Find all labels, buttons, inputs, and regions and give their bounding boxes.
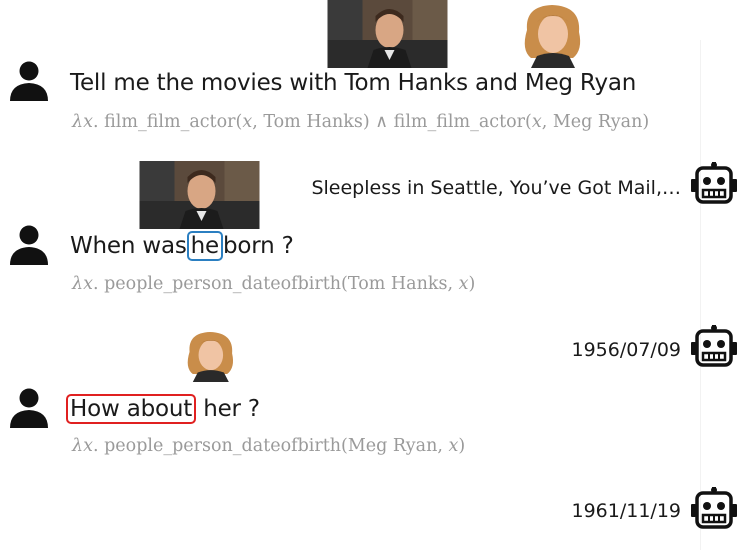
logical-form-3: λx. people_person_dateofbirth(Meg Ryan, … — [72, 436, 466, 456]
bot-answer-1: Sleepless in Seattle, You’ve Got Mail,… — [311, 177, 681, 199]
meg-ryan-photo — [175, 322, 265, 388]
user-question-3: How about her ? — [66, 394, 260, 424]
user-icon — [8, 224, 50, 266]
right-divider — [700, 40, 701, 550]
robot-icon — [690, 325, 738, 369]
bot-answer-2: 1956/07/09 — [571, 339, 681, 361]
bot-answer-3: 1961/11/19 — [571, 500, 681, 522]
user-icon — [8, 60, 50, 102]
user-question-1: Tell me the movies with Tom Hanks and Me… — [70, 70, 637, 96]
tom-hanks-photo — [327, 0, 448, 68]
user-icon — [8, 387, 50, 429]
logical-form-1: λx. film_film_actor(x, Tom Hanks) ∧ film… — [72, 112, 650, 132]
logical-form-2: λx. people_person_dateofbirth(Tom Hanks,… — [72, 274, 476, 294]
coreference-highlight: he — [186, 231, 223, 261]
ellipsis-highlight: How about — [66, 394, 197, 424]
robot-icon — [690, 487, 738, 531]
user-question-2: When was he born ? — [70, 231, 294, 261]
robot-icon — [690, 162, 738, 206]
meg-ryan-photo — [497, 0, 607, 68]
tom-hanks-photo — [139, 161, 260, 229]
